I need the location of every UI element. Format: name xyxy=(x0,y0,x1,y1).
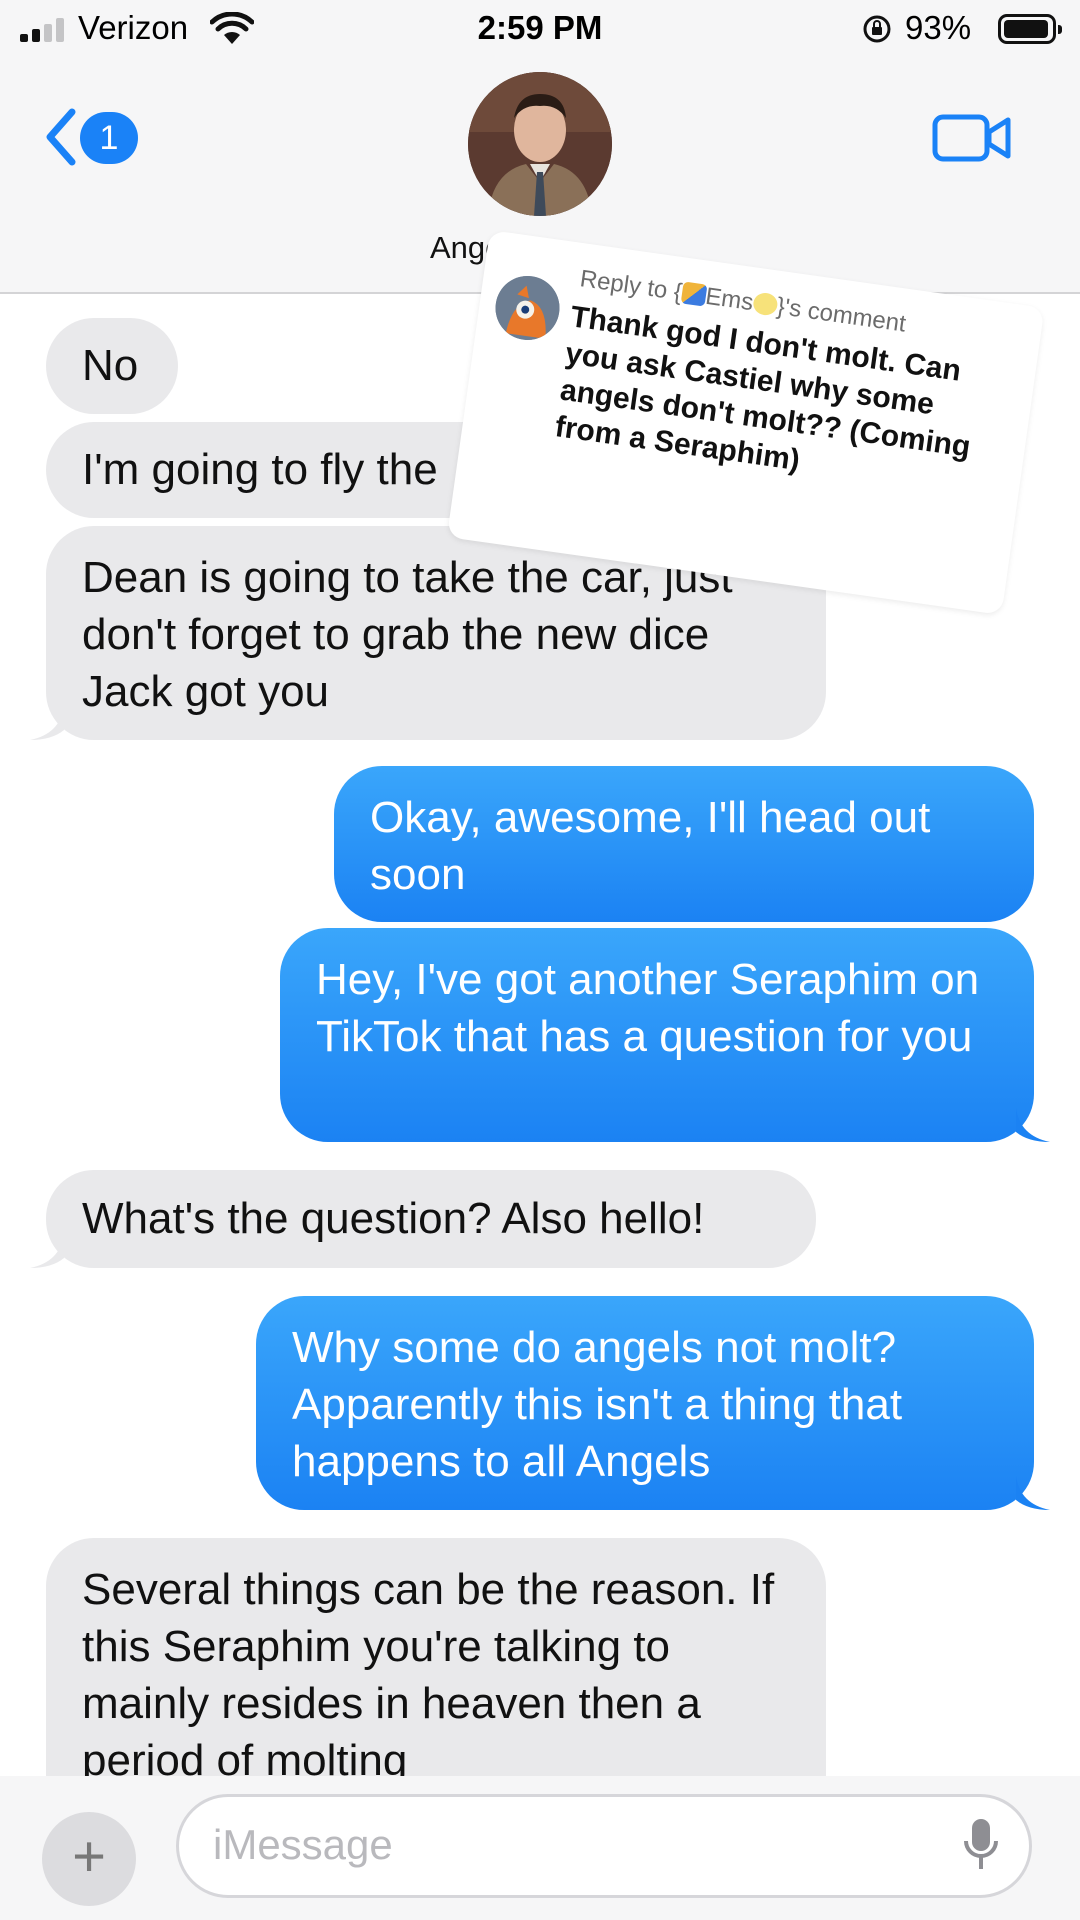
status-bar: Verizon 2:59 PM 93% xyxy=(0,0,1080,60)
contact-avatar[interactable] xyxy=(468,72,612,216)
message-text: No xyxy=(82,341,139,390)
reply-comment-text: Thank god I don't molt. Can you ask Cast… xyxy=(552,300,973,478)
message-text: What's the question? Also hello! xyxy=(82,1194,705,1243)
message-text: Hey, I've got another Seraphim on TikTok… xyxy=(316,955,980,1061)
message-bubble-outgoing[interactable]: Hey, I've got another Seraphim on TikTok… xyxy=(280,928,1034,1142)
bubble-tail xyxy=(1016,1476,1050,1510)
message-bubble-incoming[interactable]: No xyxy=(46,318,178,414)
bubble-tail xyxy=(30,706,64,740)
bubble-tail xyxy=(30,1234,64,1268)
message-text: I'm going to fly the xyxy=(82,445,438,494)
commenter-username: Ems xyxy=(703,282,756,317)
unread-count-badge[interactable]: 1 xyxy=(80,112,138,164)
back-chevron-icon[interactable] xyxy=(44,108,78,166)
message-text: Several things can be the reason. If thi… xyxy=(82,1565,775,1785)
video-call-icon[interactable] xyxy=(932,112,1012,164)
message-bubble-outgoing[interactable]: Why some do angels not molt? Apparently … xyxy=(256,1296,1034,1510)
message-input[interactable]: iMessage xyxy=(176,1794,1032,1898)
rotation-lock-icon xyxy=(863,15,891,43)
message-bubble-outgoing[interactable]: Okay, awesome, I'll head out soon xyxy=(334,766,1034,922)
reply-prefix: Reply to { xyxy=(578,265,684,307)
microphone-icon[interactable] xyxy=(963,1817,999,1873)
message-bubble-incoming[interactable]: What's the question? Also hello! xyxy=(46,1170,816,1268)
battery-icon xyxy=(998,14,1062,44)
compose-bar: + iMessage xyxy=(0,1776,1080,1920)
bubble-tail xyxy=(1016,1108,1050,1142)
message-text: Dean is going to take the car, just don'… xyxy=(82,553,733,716)
message-text: Why some do angels not molt? Apparently … xyxy=(292,1323,903,1486)
message-input-placeholder: iMessage xyxy=(213,1821,393,1868)
battery-percent: 93% xyxy=(905,9,972,46)
message-text: Okay, awesome, I'll head out soon xyxy=(370,793,931,899)
dizzy-emoji-icon xyxy=(751,291,779,317)
theater-masks-emoji-icon xyxy=(680,281,708,307)
commenter-avatar xyxy=(491,271,564,345)
add-attachment-button[interactable]: + xyxy=(42,1812,136,1906)
